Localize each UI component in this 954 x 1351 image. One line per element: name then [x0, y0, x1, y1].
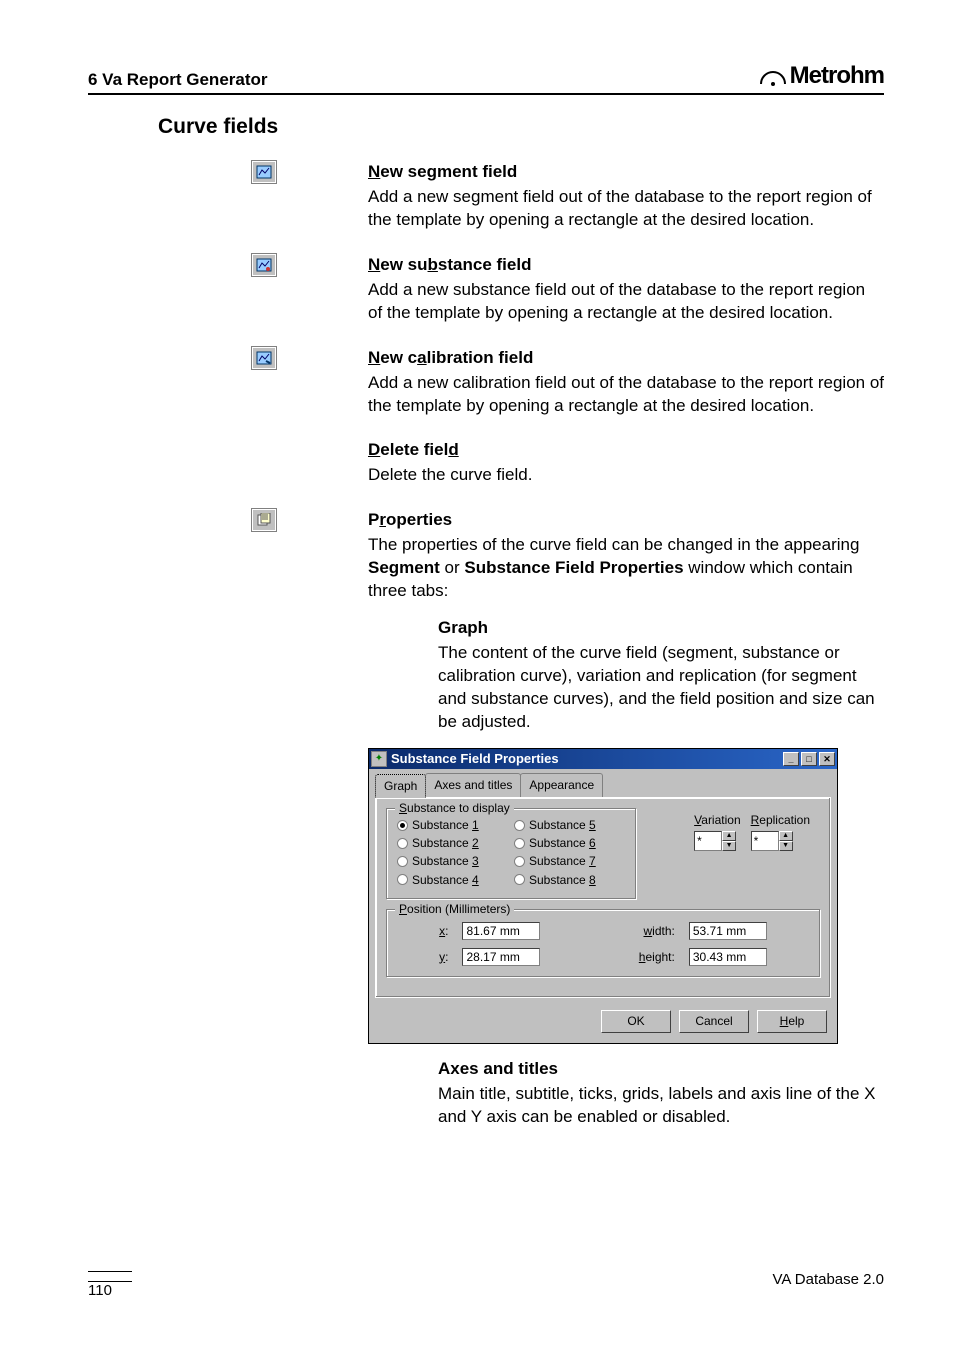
dialog-tabs: Graph Axes and titles Appearance	[369, 769, 837, 797]
page-number: 110	[88, 1271, 132, 1299]
tab-body-graph: The content of the curve field (segment,…	[438, 642, 884, 734]
tab-axes[interactable]: Axes and titles	[425, 773, 521, 797]
body-text: Add a new substance field out of the dat…	[368, 279, 884, 325]
substance-radio-3[interactable]: Substance 3	[397, 853, 508, 869]
variation-stepper[interactable]: ▲▼	[694, 831, 740, 851]
dialog-titlebar: ✦ Substance Field Properties _ □ ✕	[369, 749, 837, 769]
y-label: y:	[397, 949, 448, 965]
properties-desc: The properties of the curve field can be…	[368, 534, 884, 603]
variation-input[interactable]	[694, 831, 722, 851]
maximize-icon[interactable]: □	[801, 752, 817, 766]
substance-radio-5[interactable]: Substance 5	[514, 817, 625, 833]
brand-logo-icon	[759, 66, 787, 86]
radio-icon	[397, 838, 408, 849]
product-name: VA Database 2.0	[773, 1271, 884, 1299]
down-arrow-icon[interactable]: ▼	[722, 841, 736, 851]
tab-name-axes: Axes and titles	[438, 1058, 884, 1081]
substance-radio-8[interactable]: Substance 8	[514, 872, 625, 888]
cancel-button[interactable]: Cancel	[679, 1010, 749, 1033]
substance-field-icon	[252, 254, 276, 276]
calibration-field-icon	[252, 347, 276, 369]
replication-label: Replication	[751, 812, 810, 828]
group-title: Position (Millimeters)	[395, 901, 514, 917]
tab-graph[interactable]: Graph	[375, 774, 426, 798]
y-field[interactable]	[462, 948, 540, 966]
cmd-heading: New calibration field	[368, 348, 533, 367]
body-text: Add a new segment field out of the datab…	[368, 186, 884, 232]
tab-body-axes: Main title, subtitle, ticks, grids, labe…	[438, 1083, 884, 1129]
radio-icon	[397, 820, 408, 831]
dialog-title: Substance Field Properties	[391, 750, 783, 768]
ok-button[interactable]: OK	[601, 1010, 671, 1033]
down-arrow-icon[interactable]: ▼	[779, 841, 793, 851]
tab-name-graph: Graph	[438, 617, 884, 640]
radio-icon	[397, 856, 408, 867]
cmd-heading: Delete field	[368, 440, 459, 459]
cmd-heading: Properties	[368, 510, 452, 529]
substance-radio-1[interactable]: Substance 1	[397, 817, 508, 833]
tab-appearance[interactable]: Appearance	[520, 773, 603, 797]
minimize-icon[interactable]: _	[783, 752, 799, 766]
x-label: x:	[397, 923, 448, 939]
brand-text: Metrohm	[790, 62, 884, 90]
replication-stepper[interactable]: ▲▼	[751, 831, 810, 851]
substance-radio-6[interactable]: Substance 6	[514, 835, 625, 851]
radio-icon	[514, 874, 525, 885]
close-icon[interactable]: ✕	[819, 752, 835, 766]
radio-icon	[514, 820, 525, 831]
radio-icon	[514, 838, 525, 849]
brand: Metrohm	[759, 62, 884, 90]
width-field[interactable]	[689, 922, 767, 940]
x-field[interactable]	[462, 922, 540, 940]
cmd-heading: New substance field	[368, 255, 531, 274]
substance-group: Substance to display Substance 1Substanc…	[386, 808, 636, 899]
height-field[interactable]	[689, 948, 767, 966]
app-icon: ✦	[371, 751, 387, 767]
group-title: Substance to display	[395, 800, 514, 816]
radio-icon	[514, 856, 525, 867]
width-label: width:	[597, 923, 675, 939]
body-text: Add a new calibration field out of the d…	[368, 372, 884, 418]
height-label: height:	[597, 949, 675, 965]
replication-input[interactable]	[751, 831, 779, 851]
help-button[interactable]: Help	[757, 1010, 827, 1033]
substance-radio-4[interactable]: Substance 4	[397, 872, 508, 888]
page-header: 6 Va Report Generator Metrohm	[88, 62, 884, 95]
position-group: Position (Millimeters) x: width: y: heig…	[386, 909, 820, 977]
page-subtitle: Curve fields	[158, 115, 884, 139]
radio-icon	[397, 874, 408, 885]
properties-icon	[252, 509, 276, 531]
segment-field-icon	[252, 161, 276, 183]
up-arrow-icon[interactable]: ▲	[722, 831, 736, 841]
cmd-heading: New segment field	[368, 162, 517, 181]
up-arrow-icon[interactable]: ▲	[779, 831, 793, 841]
body-text: Delete the curve field.	[368, 464, 884, 487]
variation-label: Variation	[694, 812, 740, 828]
substance-radio-2[interactable]: Substance 2	[397, 835, 508, 851]
section-label: 6 Va Report Generator	[88, 70, 268, 90]
substance-field-dialog: ✦ Substance Field Properties _ □ ✕ Graph…	[368, 748, 838, 1044]
substance-radio-7[interactable]: Substance 7	[514, 853, 625, 869]
